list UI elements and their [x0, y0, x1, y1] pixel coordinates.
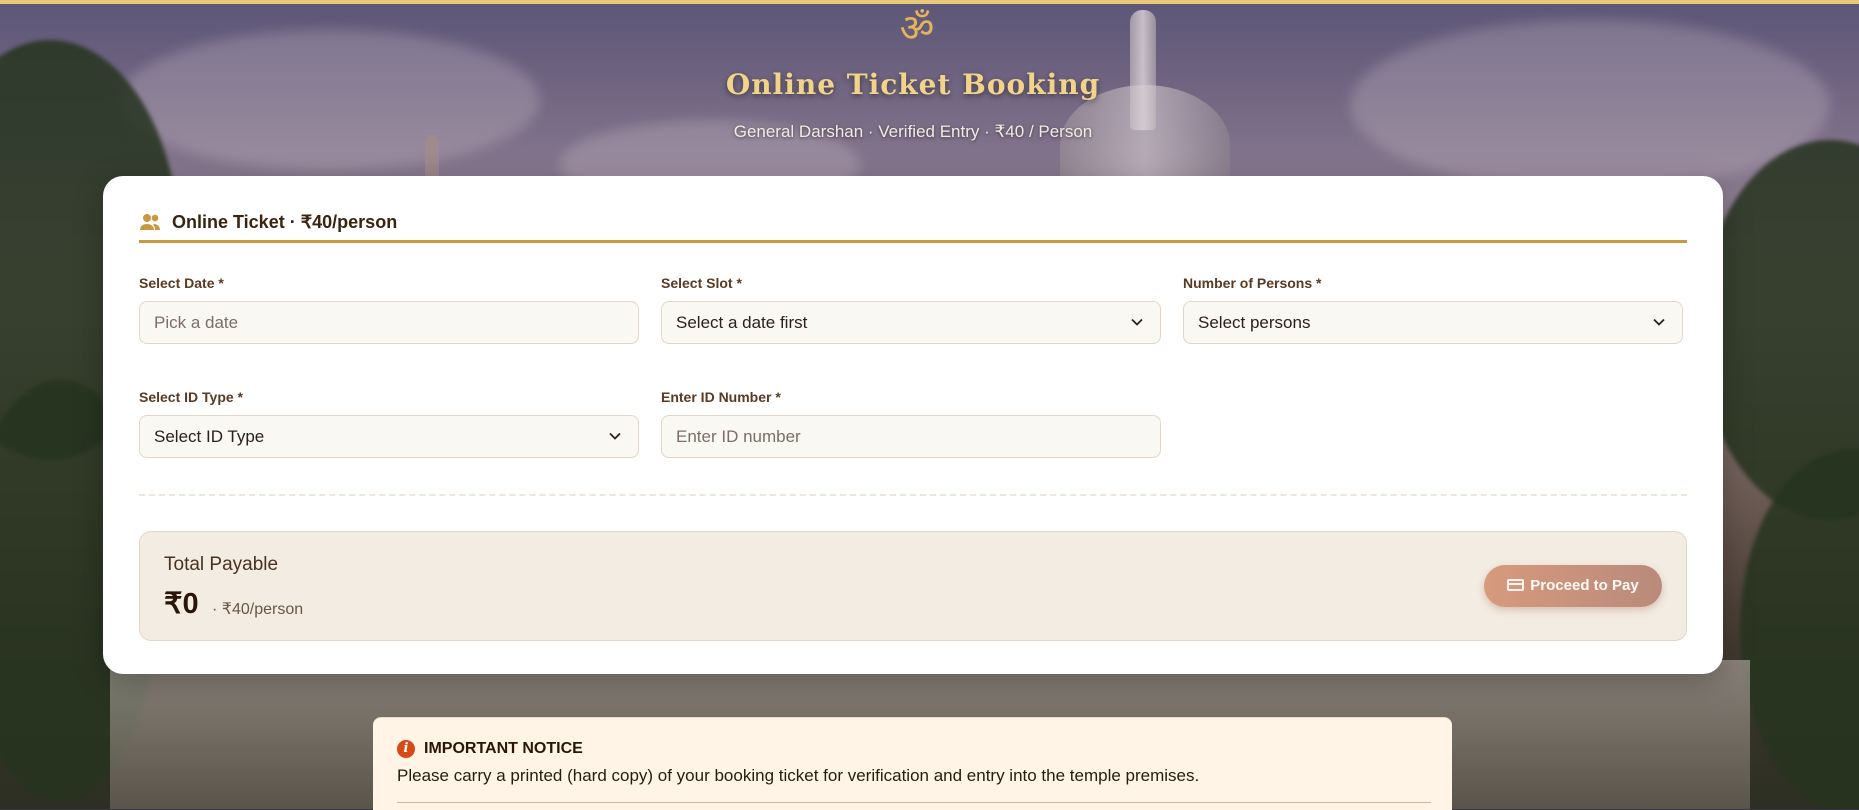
page-subtitle: General Darshan · Verified Entry · ₹40 /… [733, 122, 1093, 141]
notice-text: Please carry a printed (hard copy) of yo… [397, 766, 1200, 785]
slot-select-value: Select a date first [676, 313, 808, 332]
persons-select-value: Select persons [1198, 313, 1311, 332]
total-label: Total Payable [164, 554, 279, 575]
persons-label: Number of Persons * [1183, 275, 1322, 291]
total-payable-box: Total Payable ₹0 · ₹40/person Proceed to… [139, 531, 1687, 641]
pay-button-label: Proceed to Pay [1530, 577, 1639, 594]
card-title: Online Ticket · ₹40/person [172, 212, 398, 232]
id-type-select-value: Select ID Type [154, 427, 265, 446]
slot-label: Select Slot * [661, 275, 742, 291]
info-icon: i [397, 740, 415, 758]
notice-divider [397, 802, 1431, 803]
card-header: Online Ticket · ₹40/person [139, 210, 1687, 243]
dashed-divider [139, 494, 1687, 496]
chevron-down-icon [609, 432, 621, 440]
top-accent-line [0, 0, 1859, 4]
users-icon [140, 214, 160, 230]
id-type-label: Select ID Type * [139, 389, 244, 405]
proceed-to-pay-button[interactable]: Proceed to Pay [1484, 565, 1662, 607]
chevron-down-icon [1131, 318, 1143, 326]
per-person-rate: · ₹40/person [212, 601, 304, 618]
booking-card: Online Ticket · ₹40/person Select Date *… [103, 176, 1723, 674]
persons-select[interactable]: Select persons [1183, 301, 1683, 344]
date-label: Select Date * [139, 275, 224, 291]
important-notice: i IMPORTANT NOTICE Please carry a printe… [373, 717, 1452, 810]
notice-title: IMPORTANT NOTICE [424, 740, 583, 757]
om-symbol-icon: ॐ [899, 6, 935, 50]
page-title: Online Ticket Booking [725, 68, 1101, 101]
slot-select[interactable]: Select a date first [661, 301, 1161, 344]
total-amount: ₹0 [164, 588, 199, 620]
id-number-label: Enter ID Number * [661, 389, 781, 405]
credit-card-icon [1507, 579, 1525, 591]
chevron-down-icon [1653, 318, 1665, 326]
date-input[interactable]: Pick a date [139, 301, 639, 344]
id-type-select[interactable]: Select ID Type [139, 415, 639, 458]
id-number-input[interactable]: Enter ID number [661, 415, 1161, 458]
